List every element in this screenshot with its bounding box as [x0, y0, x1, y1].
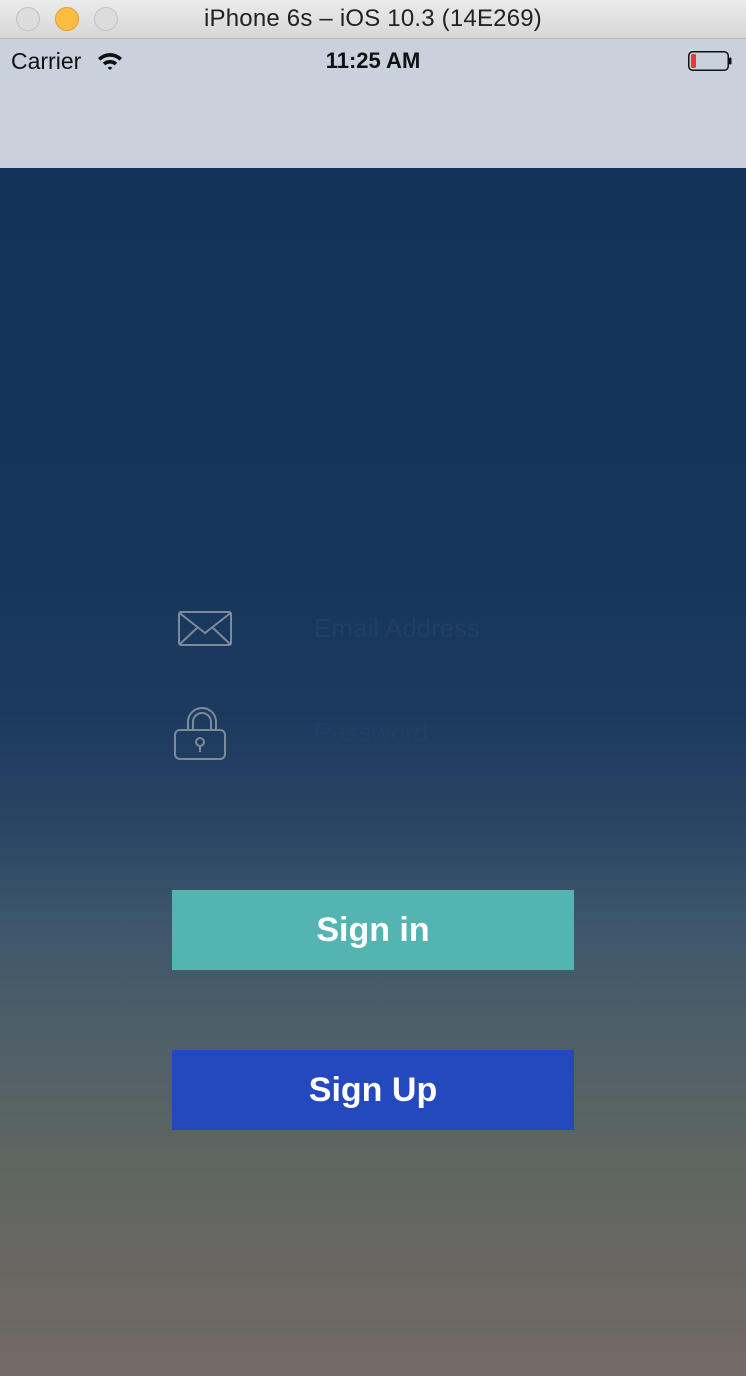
- sign-in-button[interactable]: Sign in: [172, 890, 574, 970]
- email-row: [172, 598, 574, 658]
- password-input[interactable]: [314, 702, 574, 762]
- simulator-window: iPhone 6s – iOS 10.3 (14E269) Carrier 11…: [0, 0, 746, 1376]
- envelope-icon: [178, 611, 232, 646]
- login-screen: Sign in Sign Up: [0, 168, 746, 1376]
- status-time: 11:25 AM: [325, 48, 421, 73]
- email-input[interactable]: [314, 598, 574, 658]
- password-row: [172, 702, 574, 762]
- sign-up-button[interactable]: Sign Up: [172, 1050, 574, 1130]
- battery-icon: [688, 51, 732, 71]
- lock-icon: [174, 707, 226, 760]
- ios-navigation-bar: Carrier 11:25 AM: [0, 39, 746, 168]
- window-title: iPhone 6s – iOS 10.3 (14E269): [203, 5, 542, 32]
- window-titlebar: iPhone 6s – iOS 10.3 (14E269): [0, 0, 746, 39]
